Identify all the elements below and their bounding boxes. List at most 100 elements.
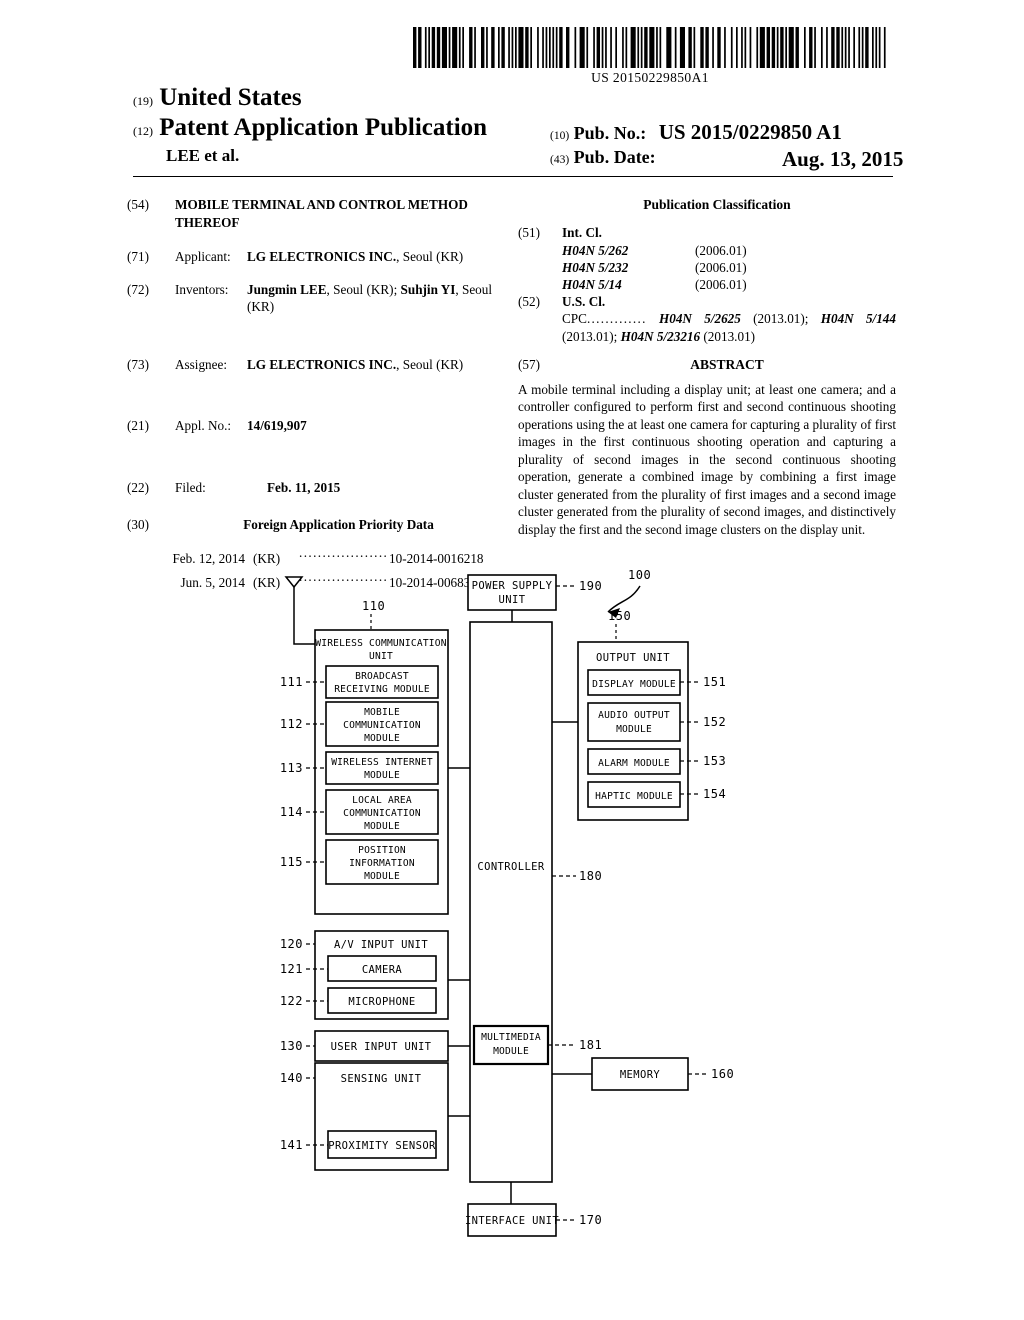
ref-114: 114 [280,805,303,819]
ref-122: 122 [280,994,303,1008]
field-foreign-priority: (30) Foreign Application Priority Data [127,516,502,534]
field-assignee-label: Assignee: [175,356,228,372]
country-line: (19) United States [133,84,302,112]
field-abstract-header: (57) ABSTRACT [518,356,896,374]
block-audio-output-module [587,702,681,742]
sensing-unit-label: SENSING UNIT [341,1073,422,1085]
cpc-symbol-1: H04N 5/2625 [658,311,741,327]
pubdate-code: (43) [550,154,570,166]
doctype-name: Patent Application Publication [159,114,488,141]
publication-classification-title: Publication Classification [643,197,791,212]
field-filed-value: Feb. 11, 2015 [267,479,341,495]
pubno-label: Pub. No.: [573,123,647,143]
inventor-mid: , Seoul (KR); [326,281,401,297]
field-inventors-value: Jungmin LEE, Seoul (KR); Suhjin YI, Seou… [247,281,497,316]
cpc-year-1: (2013.01); [740,311,821,327]
field-inventors: (72) Inventors: Jungmin LEE, Seoul (KR); … [127,281,502,316]
multimedia-label-2: MODULE [493,1046,529,1057]
position-info-label-2: INFORMATION [349,858,415,869]
ref-180: 180 [579,869,602,883]
ref-130: 130 [280,1039,303,1053]
ref-153: 153 [703,754,726,768]
int-cl-row: H04N 5/14 (2006.01) [562,276,896,293]
ref-190: 190 [579,579,602,593]
ref-100: 100 [628,568,651,582]
field-abstract-code: (57) [518,356,540,372]
ref-111: 111 [280,675,303,689]
audio-output-label-2: MODULE [616,724,652,735]
mobile-comm-label-3: MODULE [364,733,400,744]
inventor-name-2: Suhjin YI [400,281,456,297]
abstract-title: ABSTRACT [690,356,764,372]
power-supply-label-2: UNIT [499,594,526,606]
field-applicant: (71) Applicant: LG ELECTRONICS INC., Seou… [127,248,502,266]
field-foreign-priority-code: (30) [127,517,149,533]
doctype-line: (12) Patent Application Publication [133,114,487,142]
haptic-module-label: HAPTIC MODULE [595,791,673,802]
camera-label: CAMERA [362,964,403,976]
local-area-label-2: COMMUNICATION [343,808,421,819]
assignee-name: LG ELECTRONICS INC. [247,356,397,372]
applicant-rest: , Seoul (KR) [396,249,464,265]
ref-120: 120 [280,937,303,951]
field-int-cl-label: Int. Cl. [562,224,602,240]
proximity-sensor-label: PROXIMITY SENSOR [328,1140,436,1152]
mobile-comm-label-1: MOBILE [364,707,400,718]
antenna-icon [284,576,315,645]
microphone-label: MICROPHONE [348,996,415,1008]
field-inventors-code: (72) [127,281,149,297]
bibliographic-left-column: (54) MOBILE TERMINAL AND CONTROL METHOD … [127,196,502,593]
local-area-label-3: MODULE [364,821,400,832]
ref-154: 154 [703,787,726,801]
country-name: United States [159,84,302,111]
field-us-cl-code: (52) [518,293,540,309]
int-cl-symbol: H04N 5/262 [562,242,629,258]
field-applicant-label: Applicant: [175,249,231,265]
ref-121: 121 [280,962,303,976]
controller-label: CONTROLLER [477,861,544,873]
cpc-year-2: (2013.01); [562,328,621,344]
int-cl-symbol: H04N 5/232 [562,259,629,275]
wireless-unit-label-2: UNIT [369,651,393,662]
publication-date-line: (43) Pub. Date: Aug. 13, 2015 [550,147,903,171]
abstract-text: A mobile terminal including a display un… [518,381,896,537]
alarm-module-label: ALARM MODULE [598,758,670,769]
ref-115: 115 [280,855,303,869]
broadcast-label-2: RECEIVING MODULE [334,684,430,695]
field-title-code: (54) [127,197,149,212]
ref-151: 151 [703,675,726,689]
field-filed: (22) Filed: Feb. 11, 2015 [127,479,502,497]
audio-output-label-1: AUDIO OUTPUT [598,710,670,721]
field-int-cl: (51) Int. Cl. H04N 5/262 (2006.01) H04N 5… [518,224,896,293]
field-applicant-value: LG ELECTRONICS INC., Seoul (KR) [247,248,497,266]
field-appl-no-value: 14/619,907 [247,418,307,434]
ref-140: 140 [280,1071,303,1085]
field-filed-code: (22) [127,479,149,495]
ref-112: 112 [280,717,303,731]
field-us-cl: (52) U.S. Cl. CPC............. H04N 5/26… [518,293,896,346]
doctype-code: (12) [133,124,153,138]
ref-170: 170 [579,1213,602,1227]
assignee-rest: , Seoul (KR) [396,356,464,372]
field-assignee-value: LG ELECTRONICS INC., Seoul (KR) [247,356,497,374]
masthead-divider [133,176,893,177]
inventor-name-1: Jungmin LEE [247,281,327,297]
field-us-cl-label: U.S. Cl. [562,293,606,309]
int-cl-row: H04N 5/262 (2006.01) [562,242,896,259]
cpc-label: CPC [562,311,587,327]
position-info-label-3: MODULE [364,871,400,882]
barcode-number: US 20150229850A1 [591,70,709,85]
barcode-image [413,27,886,68]
ref-150: 150 [608,609,631,623]
int-cl-year: (2006.01) [695,259,747,275]
broadcast-label-1: BROADCAST [355,671,409,682]
local-area-label-1: LOCAL AREA [352,795,412,806]
interface-unit-label: INTERFACE UNIT [465,1215,559,1227]
pubno-value: US 2015/0229850 A1 [658,120,842,144]
cpc-symbol-2: H04N 5/144 [820,311,896,327]
field-title: (54) MOBILE TERMINAL AND CONTROL METHOD … [127,196,502,231]
field-inventors-label: Inventors: [175,281,229,297]
ref-152: 152 [703,715,726,729]
pubdate-label: Pub. Date: [573,147,656,167]
cpc-block: CPC............. H04N 5/2625 (2013.01); … [562,310,896,346]
